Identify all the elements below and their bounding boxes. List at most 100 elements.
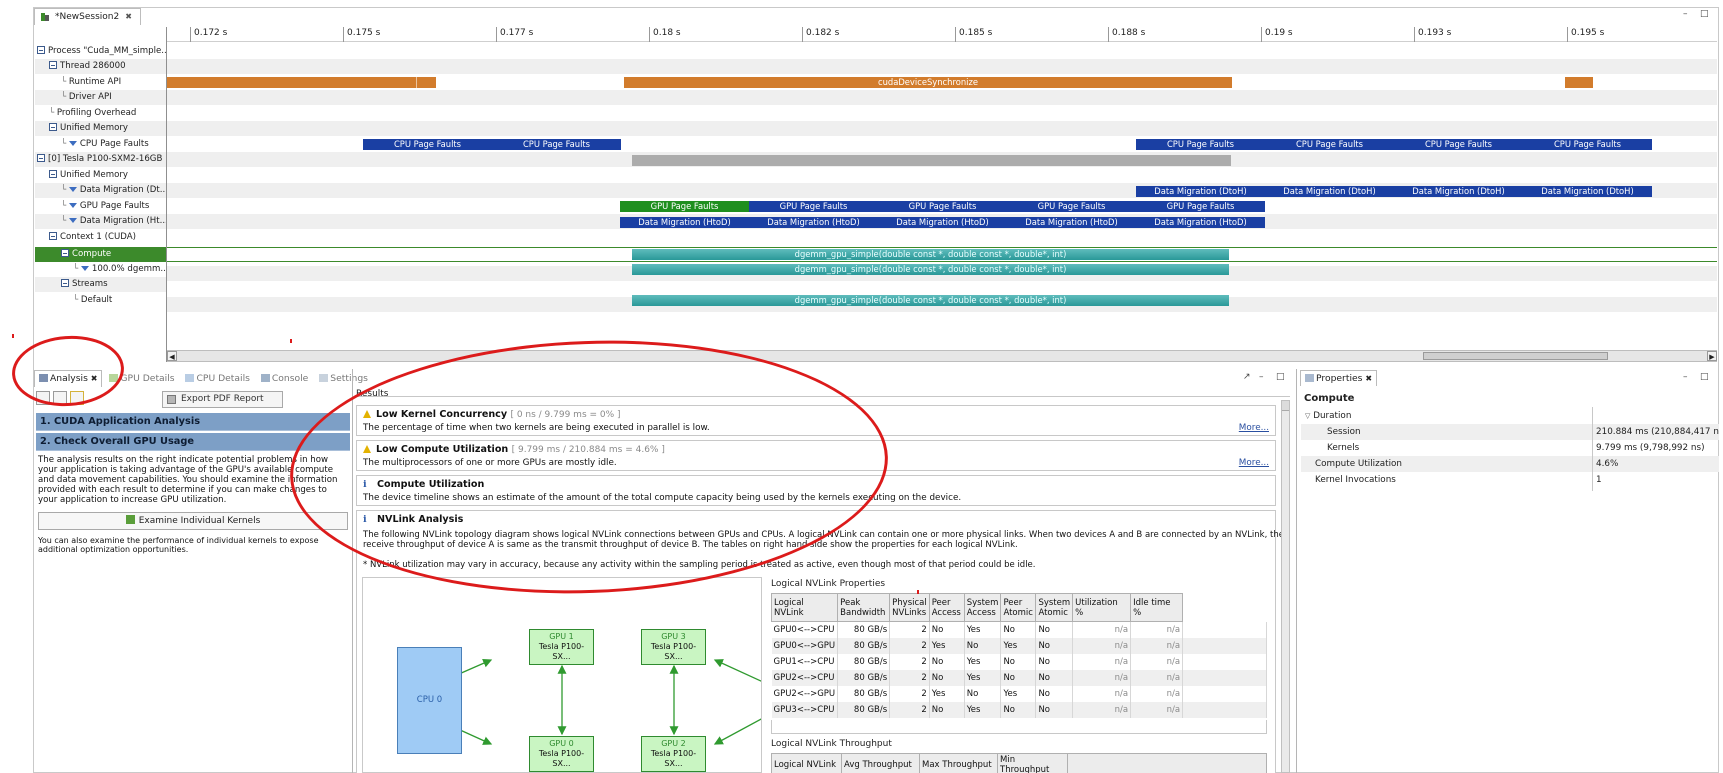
gpu-page-faults-bar[interactable]: GPU Page Faults bbox=[1136, 201, 1265, 212]
view-menu-icon[interactable]: ↗ bbox=[1243, 372, 1251, 382]
more-link[interactable]: More... bbox=[1239, 458, 1269, 468]
column-header[interactable]: System Atomic bbox=[1035, 593, 1074, 622]
tree-row-unified-memory[interactable]: Unified Memory bbox=[35, 121, 166, 136]
minimize-icon[interactable]: – bbox=[1683, 9, 1688, 19]
property-row-compute-utilization[interactable]: Compute Utilization 4.6% bbox=[1301, 456, 1719, 472]
property-row-session[interactable]: Session 210.884 ms (210,884,417 ns) bbox=[1301, 424, 1719, 440]
column-header[interactable]: Peer Access bbox=[928, 593, 965, 622]
gpu-page-faults-bar[interactable]: GPU Page Faults bbox=[749, 201, 878, 212]
cpu-page-faults-bar[interactable]: CPU Page Faults bbox=[1394, 139, 1523, 150]
table-row[interactable]: GPU2<-->GPU 80 GB/s 2 Yes No Yes No n/a n/a bbox=[771, 686, 1267, 702]
kernel-bar[interactable]: dgemm_gpu_simple(double const *, double … bbox=[632, 249, 1229, 260]
chevron-down-icon[interactable]: ▽ bbox=[1305, 412, 1310, 420]
scroll-left-icon[interactable]: ◀ bbox=[167, 351, 177, 361]
tree-row-thread[interactable]: Thread 286000 bbox=[35, 59, 166, 74]
column-header[interactable]: Avg Throughput bbox=[841, 753, 920, 773]
table-row[interactable]: GPU3<-->CPU 80 GB/s 2 No Yes No No n/a n/a bbox=[771, 702, 1267, 718]
runtime-api-bar[interactable] bbox=[1565, 77, 1593, 88]
properties-column-divider[interactable] bbox=[1592, 407, 1593, 491]
collapse-icon[interactable] bbox=[61, 279, 69, 287]
cpu-page-faults-bar[interactable]: CPU Page Faults bbox=[363, 139, 492, 150]
collapse-icon[interactable] bbox=[49, 123, 57, 131]
tree-row-dgemm[interactable]: └ 100.0% dgemm... bbox=[35, 262, 166, 277]
tree-row-compute[interactable]: Compute bbox=[35, 247, 166, 262]
collapse-icon[interactable] bbox=[49, 61, 57, 69]
cpu-page-faults-bar[interactable]: CPU Page Faults bbox=[1265, 139, 1394, 150]
data-migration-htod-bar[interactable]: Data Migration (HtoD) bbox=[749, 217, 878, 228]
collapse-icon[interactable] bbox=[49, 170, 57, 178]
gpu-page-faults-bar[interactable]: GPU Page Faults bbox=[1007, 201, 1136, 212]
table-row[interactable]: GPU0<-->CPU 80 GB/s 2 No Yes No No n/a n/a bbox=[771, 621, 1267, 638]
step-cuda-application-analysis[interactable]: 1. CUDA Application Analysis bbox=[36, 413, 350, 431]
collapse-icon[interactable] bbox=[61, 249, 69, 257]
tree-row-gpu-page-faults[interactable]: └ GPU Page Faults bbox=[35, 199, 166, 214]
data-migration-dtoh-bar[interactable]: Data Migration (DtoH) bbox=[1136, 186, 1265, 197]
tree-row-data-migration-htod[interactable]: └ Data Migration (Ht... bbox=[35, 214, 166, 229]
panel-divider[interactable] bbox=[1296, 369, 1297, 773]
timeline-scrollbar[interactable]: ◀ ▶ bbox=[167, 350, 1717, 362]
property-row-kernels[interactable]: Kernels 9.799 ms (9,798,992 ns) bbox=[1301, 440, 1719, 456]
gpu-page-faults-bar[interactable]: GPU Page Faults bbox=[878, 201, 1007, 212]
gpu-page-faults-bar-selected[interactable]: GPU Page Faults bbox=[620, 201, 749, 212]
maximize-icon[interactable]: □ bbox=[1700, 372, 1709, 382]
kernel-bar[interactable]: dgemm_gpu_simple(double const *, double … bbox=[632, 295, 1229, 306]
session-tab[interactable]: *NewSession2 ✖ bbox=[34, 8, 141, 25]
kernel-bar[interactable]: dgemm_gpu_simple(double const *, double … bbox=[632, 264, 1229, 275]
data-migration-htod-bar[interactable]: Data Migration (HtoD) bbox=[878, 217, 1007, 228]
cpu-page-faults-bar[interactable]: CPU Page Faults bbox=[492, 139, 621, 150]
column-header[interactable]: Utilization % bbox=[1072, 593, 1132, 622]
device-activity-bar[interactable] bbox=[632, 155, 1231, 166]
gpu-node[interactable]: GPU 2 Tesla P100-SX... bbox=[641, 736, 706, 772]
tree-row-driver-api[interactable]: └ Driver API bbox=[35, 90, 166, 105]
column-header[interactable]: Peer Atomic bbox=[1000, 593, 1037, 622]
tree-row-process[interactable]: Process "Cuda_MM_simple... bbox=[35, 44, 166, 59]
column-header[interactable]: Logical NVLink bbox=[770, 593, 839, 622]
column-header[interactable]: Min Throughput bbox=[997, 753, 1068, 773]
maximize-icon[interactable]: □ bbox=[1700, 9, 1709, 19]
examine-kernels-button[interactable]: Examine Individual Kernels bbox=[38, 512, 348, 530]
scroll-right-icon[interactable]: ▶ bbox=[1707, 351, 1717, 361]
cpu-node[interactable]: CPU 0 bbox=[397, 647, 462, 754]
property-row-duration[interactable]: ▽ Duration bbox=[1301, 408, 1719, 424]
tab-settings[interactable]: Settings bbox=[315, 371, 372, 387]
collapse-icon[interactable] bbox=[49, 232, 57, 240]
collapse-icon[interactable] bbox=[37, 46, 45, 54]
tree-row-default-stream[interactable]: └ Default bbox=[35, 293, 166, 308]
close-icon[interactable]: ✖ bbox=[1365, 374, 1372, 383]
data-migration-htod-bar[interactable]: Data Migration (HtoD) bbox=[1136, 217, 1265, 228]
data-migration-htod-bar[interactable]: Data Migration (HtoD) bbox=[620, 217, 749, 228]
tree-row-context[interactable]: Context 1 (CUDA) bbox=[35, 230, 166, 245]
more-link[interactable]: More... bbox=[1239, 423, 1269, 433]
collapse-icon[interactable] bbox=[37, 154, 45, 162]
table-row[interactable]: GPU0<-->GPU 80 GB/s 2 Yes No Yes No n/a n/a bbox=[771, 638, 1267, 654]
column-header[interactable]: Idle time % bbox=[1130, 593, 1184, 622]
scroll-up-icon[interactable] bbox=[1282, 401, 1289, 411]
column-header[interactable]: Physical NVLinks bbox=[889, 593, 930, 622]
gpu-node[interactable]: GPU 3 Tesla P100-SX... bbox=[641, 629, 706, 665]
table-row[interactable]: GPU2<-->CPU 80 GB/s 2 No Yes No No n/a n/a bbox=[771, 670, 1267, 686]
column-header[interactable]: System Access bbox=[963, 593, 1002, 622]
data-migration-htod-bar[interactable]: Data Migration (HtoD) bbox=[1007, 217, 1136, 228]
export-pdf-button[interactable]: Export PDF Report bbox=[162, 391, 283, 408]
tree-row-gpu-unified-memory[interactable]: Unified Memory bbox=[35, 168, 166, 183]
maximize-icon[interactable]: □ bbox=[1276, 372, 1285, 382]
gpu-node[interactable]: GPU 1 Tesla P100-SX... bbox=[529, 629, 594, 665]
tab-properties[interactable]: Properties ✖ bbox=[1300, 370, 1378, 386]
cpu-page-faults-bar[interactable]: CPU Page Faults bbox=[1136, 139, 1265, 150]
close-icon[interactable]: ✖ bbox=[125, 12, 132, 21]
tree-row-runtime-api[interactable]: └ Runtime API bbox=[35, 75, 166, 90]
column-header[interactable]: Max Throughput bbox=[919, 753, 998, 773]
column-header[interactable]: Logical NVLink bbox=[771, 753, 842, 773]
data-migration-dtoh-bar[interactable]: Data Migration (DtoH) bbox=[1394, 186, 1523, 197]
runtime-api-bar[interactable] bbox=[167, 77, 436, 88]
tree-row-device[interactable]: [0] Tesla P100-SXM2-16GB bbox=[35, 152, 166, 167]
tree-row-streams[interactable]: Streams bbox=[35, 277, 166, 292]
cuda-device-synchronize-bar[interactable]: cudaDeviceSynchronize bbox=[624, 77, 1232, 88]
property-row-kernel-invocations[interactable]: Kernel Invocations 1 bbox=[1301, 472, 1719, 488]
minimize-icon[interactable]: – bbox=[1683, 372, 1688, 382]
cpu-page-faults-bar[interactable]: CPU Page Faults bbox=[1523, 139, 1652, 150]
tree-row-cpu-page-faults[interactable]: └ CPU Page Faults bbox=[35, 137, 166, 152]
table-row[interactable]: GPU1<-->CPU 80 GB/s 2 No Yes No No n/a n/a bbox=[771, 654, 1267, 670]
column-header[interactable]: Peak Bandwidth bbox=[837, 593, 891, 622]
data-migration-dtoh-bar[interactable]: Data Migration (DtoH) bbox=[1265, 186, 1394, 197]
